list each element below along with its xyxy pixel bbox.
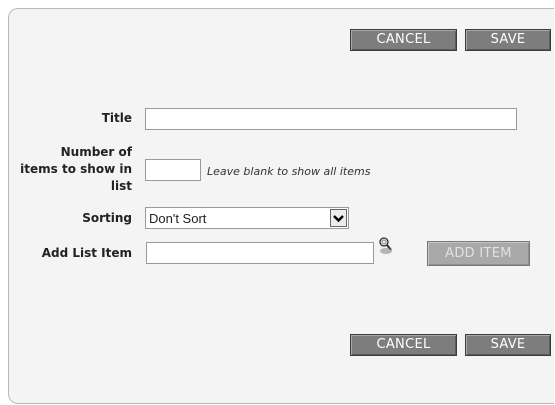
number-hint: Leave blank to show all items bbox=[207, 165, 371, 178]
cancel-button-bottom[interactable]: CANCEL bbox=[350, 334, 457, 356]
number-of-items-input[interactable] bbox=[145, 159, 201, 181]
search-icon[interactable] bbox=[378, 237, 394, 255]
sorting-selected-value: Don't Sort bbox=[149, 211, 207, 226]
edit-list-panel: CANCEL SAVE Title Number of items to sho… bbox=[8, 8, 554, 404]
number-of-items-label: Number of items to show in list bbox=[20, 144, 132, 195]
title-input[interactable] bbox=[145, 108, 517, 130]
add-list-item-label: Add List Item bbox=[41, 246, 132, 260]
sorting-label: Sorting bbox=[82, 211, 132, 225]
cancel-button-top[interactable]: CANCEL bbox=[350, 29, 457, 51]
title-label: Title bbox=[101, 111, 132, 125]
save-button-top[interactable]: SAVE bbox=[465, 29, 551, 51]
add-list-item-input[interactable] bbox=[146, 242, 374, 264]
add-item-button[interactable]: ADD ITEM bbox=[427, 241, 530, 266]
number-label-line3: list bbox=[110, 179, 132, 193]
number-label-line2: items to show in bbox=[20, 162, 132, 176]
sorting-dropdown-button[interactable] bbox=[330, 209, 347, 227]
save-button-bottom[interactable]: SAVE bbox=[465, 334, 551, 356]
number-label-line1: Number of bbox=[60, 145, 132, 159]
sorting-select[interactable]: Don't Sort bbox=[145, 207, 349, 229]
chevron-down-icon bbox=[333, 215, 344, 223]
